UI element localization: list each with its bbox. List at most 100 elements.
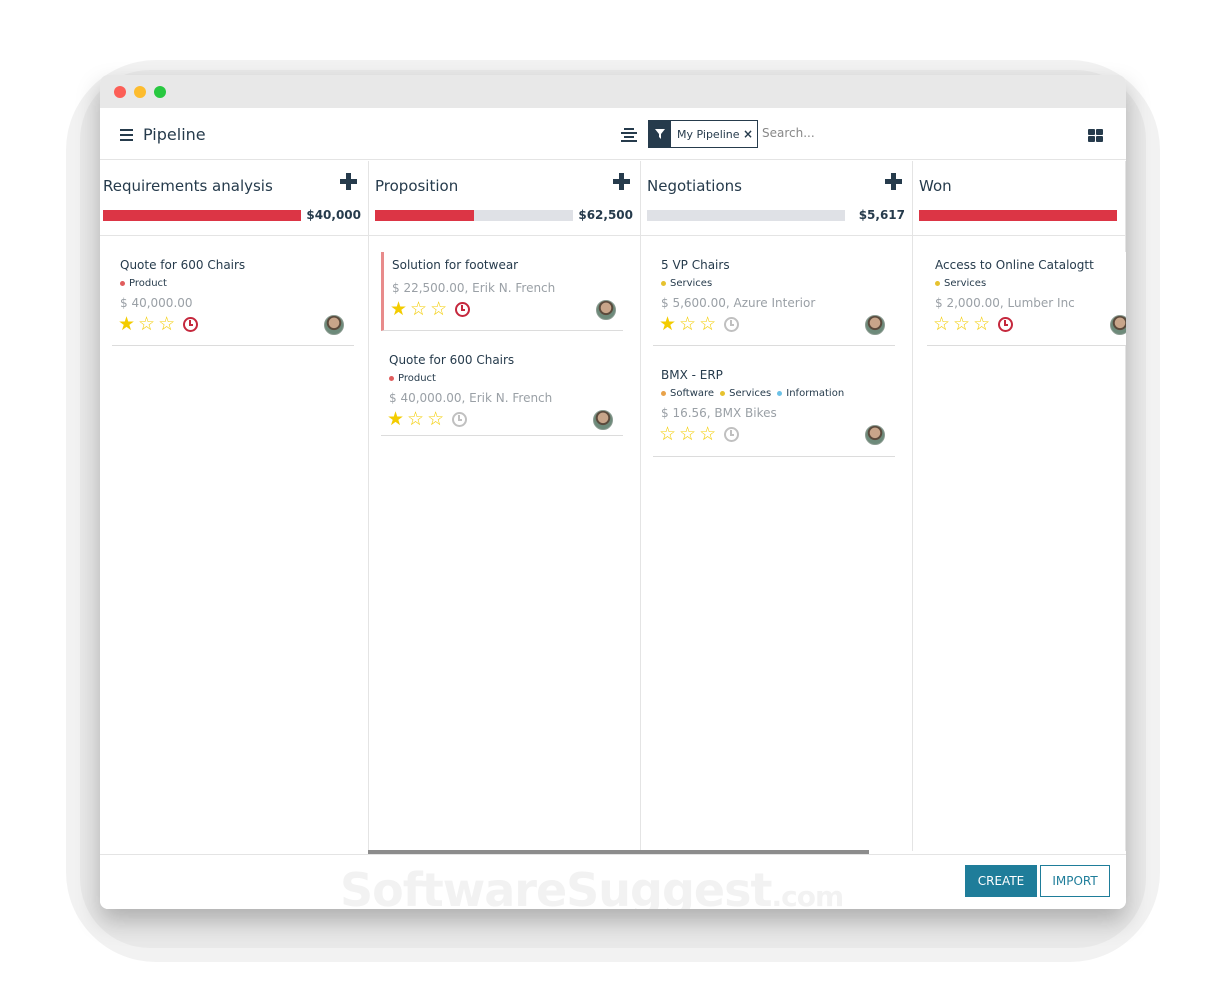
tag: Services [720, 388, 771, 399]
footer-bar: SoftwareSuggest.com CREATE IMPORT [100, 854, 1126, 909]
star-empty-icon[interactable]: ☆ [659, 425, 676, 444]
maximize-window-button[interactable] [154, 86, 166, 98]
control-panel: Pipeline My Pipeline × [100, 108, 1126, 160]
star-empty-icon[interactable]: ☆ [410, 300, 427, 319]
kanban-card[interactable]: BMX - ERP Software Services Information $ 16… [653, 362, 895, 457]
column-progress-bar[interactable] [103, 210, 301, 221]
tag-color-dot [120, 281, 125, 286]
star-empty-icon[interactable]: ☆ [138, 315, 155, 334]
star-empty-icon[interactable]: ☆ [699, 315, 716, 334]
kanban-column: Won Access to Online Catalogtt Services $ 2… [913, 161, 1126, 851]
star-empty-icon[interactable]: ☆ [679, 315, 696, 334]
activity-clock-icon[interactable] [455, 302, 471, 317]
kanban-card[interactable]: Solution for footwear $ 22,500.00, Erik N… [381, 252, 623, 331]
quick-create-icon[interactable] [613, 173, 630, 190]
facet-remove-icon[interactable]: × [743, 127, 757, 141]
column-total: $40,000 [306, 208, 361, 222]
avatar[interactable] [324, 315, 344, 335]
column-progress-bar[interactable] [375, 210, 573, 221]
avatar[interactable] [865, 425, 885, 445]
close-window-button[interactable] [114, 86, 126, 98]
priority-stars[interactable]: ☆ ☆ ☆ [659, 425, 740, 444]
activity-clock-icon[interactable] [183, 317, 199, 332]
card-title: Solution for footwear [392, 258, 519, 272]
tag-label: Product [129, 278, 167, 289]
star-empty-icon[interactable]: ☆ [679, 425, 696, 444]
priority-stars[interactable]: ★ ☆ ☆ [118, 315, 199, 334]
progress-fill [919, 210, 1117, 221]
tag: Services [661, 278, 712, 289]
tag-label: Services [670, 278, 713, 289]
page-title: Pipeline [143, 125, 206, 144]
column-progress-bar[interactable] [919, 210, 1117, 221]
star-empty-icon[interactable]: ☆ [430, 300, 447, 319]
star-empty-icon[interactable]: ☆ [407, 410, 424, 429]
column-title[interactable]: Won [919, 177, 952, 195]
priority-stars[interactable]: ★ ☆ ☆ [659, 315, 740, 334]
star-empty-icon[interactable]: ☆ [699, 425, 716, 444]
quick-create-icon[interactable] [885, 173, 902, 190]
card-title: Quote for 600 Chairs [120, 258, 246, 272]
tag-label: Services [944, 278, 987, 289]
card-title: Access to Online Catalogtt [935, 258, 1094, 272]
filter-icon [649, 121, 671, 147]
quick-create-icon[interactable] [340, 173, 357, 190]
column-total: $5,617 [858, 208, 905, 222]
import-button[interactable]: IMPORT [1040, 865, 1110, 897]
star-empty-icon[interactable]: ☆ [427, 410, 444, 429]
progress-fill [103, 210, 301, 221]
kanban-card[interactable]: Access to Online Catalogtt Services $ 2,00… [927, 252, 1126, 346]
activity-clock-icon[interactable] [998, 317, 1014, 332]
tag-color-dot [661, 281, 666, 286]
column-title[interactable]: Requirements analysis [103, 177, 273, 195]
tag-label: Information [786, 388, 845, 399]
priority-stars[interactable]: ☆ ☆ ☆ [933, 315, 1014, 334]
card-title: Quote for 600 Chairs [389, 353, 515, 367]
menu-icon[interactable] [120, 129, 133, 141]
priority-stars[interactable]: ★ ☆ ☆ [387, 410, 468, 429]
kanban-view-icon[interactable] [1088, 129, 1103, 142]
card-tags: Services [935, 278, 986, 289]
star-empty-icon[interactable]: ☆ [973, 315, 990, 334]
kanban-board: Requirements analysis $40,000 Quote for 60… [100, 161, 1126, 851]
search-input[interactable] [762, 123, 912, 143]
star-filled-icon[interactable]: ★ [390, 300, 407, 319]
app-window: Pipeline My Pipeline × Requirements anal… [100, 75, 1126, 909]
group-by-icon[interactable] [621, 128, 637, 142]
star-filled-icon[interactable]: ★ [387, 410, 404, 429]
kanban-card[interactable]: Quote for 600 Chairs Product $ 40,000.00, … [381, 347, 623, 436]
tag-color-dot [935, 281, 940, 286]
search-facet[interactable]: My Pipeline × [648, 120, 758, 148]
column-total: $62,500 [578, 208, 633, 222]
kanban-card[interactable]: 5 VP Chairs Services $ 5,600.00, Azure Int… [653, 252, 895, 346]
activity-clock-icon[interactable] [724, 317, 740, 332]
kanban-card[interactable]: Quote for 600 Chairs Product $ 40,000.00 ★ ☆… [112, 252, 354, 346]
star-empty-icon[interactable]: ☆ [953, 315, 970, 334]
card-subtitle: $ 40,000.00 [120, 296, 193, 310]
card-subtitle: $ 16.56, BMX Bikes [661, 406, 777, 420]
star-empty-icon[interactable]: ☆ [933, 315, 950, 334]
column-title[interactable]: Negotiations [647, 177, 742, 195]
avatar[interactable] [596, 300, 616, 320]
card-title: 5 VP Chairs [661, 258, 730, 272]
kanban-column: Proposition $62,500 Solution for footwear $… [369, 161, 641, 851]
tag-color-dot [777, 391, 783, 396]
activity-clock-icon[interactable] [452, 412, 468, 427]
card-subtitle: $ 5,600.00, Azure Interior [661, 296, 816, 310]
avatar[interactable] [593, 410, 613, 430]
tag: Information [777, 388, 844, 399]
tag: Software [661, 388, 714, 399]
progress-fill [375, 210, 474, 221]
column-progress-bar[interactable] [647, 210, 845, 221]
priority-stars[interactable]: ★ ☆ ☆ [390, 300, 471, 319]
activity-clock-icon[interactable] [724, 427, 740, 442]
tag-label: Services [729, 388, 772, 399]
create-button[interactable]: CREATE [965, 865, 1037, 897]
minimize-window-button[interactable] [134, 86, 146, 98]
avatar[interactable] [1110, 315, 1126, 335]
star-filled-icon[interactable]: ★ [659, 315, 676, 334]
avatar[interactable] [865, 315, 885, 335]
star-filled-icon[interactable]: ★ [118, 315, 135, 334]
column-title[interactable]: Proposition [375, 177, 458, 195]
star-empty-icon[interactable]: ☆ [158, 315, 175, 334]
